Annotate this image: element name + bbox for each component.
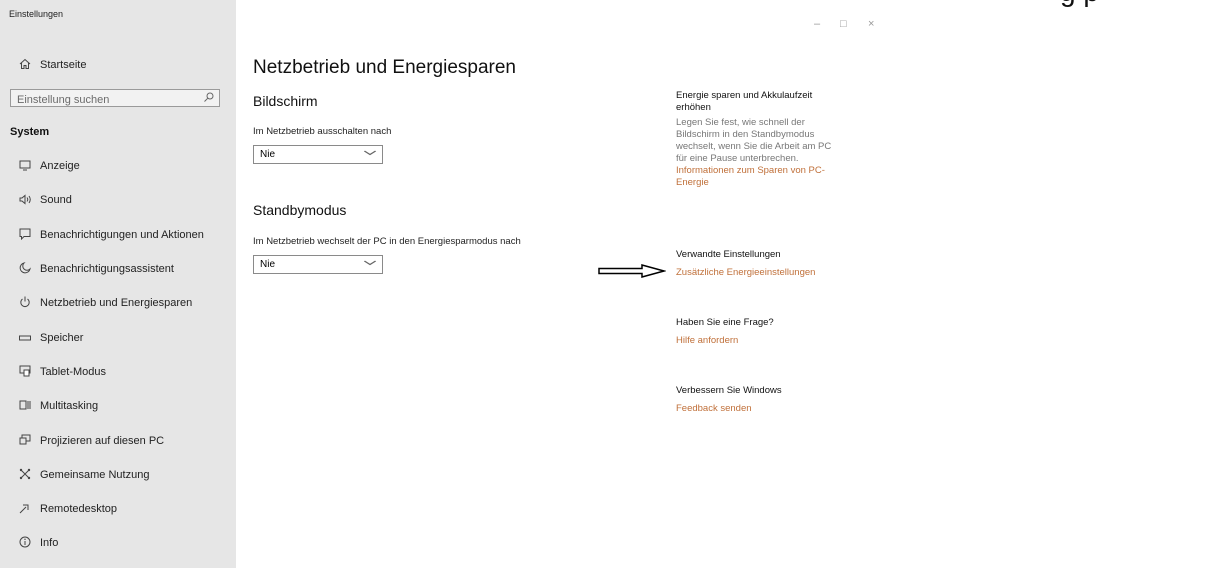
page-title: Netzbetrieb und Energiesparen: [253, 57, 517, 78]
sidebar-item-label: Netzbetrieb und Energiesparen: [40, 297, 193, 310]
screen-off-value: Nie: [260, 149, 276, 160]
question-panel: Haben Sie eine Frage? Hilfe anfordern: [676, 317, 866, 347]
screen-off-dropdown[interactable]: Nie: [253, 145, 383, 164]
power-icon: [18, 296, 32, 310]
sidebar-home-label: Startseite: [40, 59, 87, 71]
sidebar-item-label: Speicher: [40, 331, 84, 344]
home-icon: [18, 58, 32, 72]
sidebar-item-tablet-modus[interactable]: Tablet-Modus: [0, 355, 236, 389]
sidebar-item-projizieren[interactable]: Projizieren auf diesen PC: [0, 423, 236, 457]
sidebar-item-label: Anzeige: [40, 160, 80, 173]
tablet-icon: [18, 365, 32, 379]
remote-icon: [18, 502, 32, 516]
moon-icon: [18, 262, 32, 276]
arrow-right-icon: [598, 264, 667, 283]
energy-info-heading-2: erhöhen: [676, 102, 711, 113]
sidebar-item-label: Gemeinsame Nutzung: [40, 468, 150, 481]
chevron-down-icon: [363, 147, 377, 162]
additional-power-settings-link[interactable]: Zusätzliche Energieeinstellungen: [676, 267, 866, 279]
partial-overlay-text: g p: [1060, 0, 1099, 8]
sidebar: Einstellungen Startseite System Anzeige …: [0, 0, 236, 568]
section-label-system: System: [10, 126, 50, 138]
energy-info-link-line-1[interactable]: Informationen zum Sparen von PC-: [676, 165, 866, 177]
sidebar-item-label: Sound: [40, 194, 72, 207]
improve-windows-heading: Verbessern Sie Windows: [676, 385, 782, 396]
related-settings-heading: Verwandte Einstellungen: [676, 249, 781, 260]
standby-dropdown[interactable]: Nie: [253, 255, 383, 274]
project-icon: [18, 434, 32, 448]
energy-info-link[interactable]: Informationen zum Sparen von PC- Energie: [676, 165, 866, 189]
standby-label: Im Netzbetrieb wechselt der PC in den En…: [253, 236, 521, 247]
question-heading: Haben Sie eine Frage?: [676, 317, 774, 328]
sidebar-item-benachrichtigungen[interactable]: Benachrichtigungen und Aktionen: [0, 218, 236, 252]
window-title: Einstellungen: [9, 9, 64, 19]
sidebar-item-sound[interactable]: Sound: [0, 183, 236, 217]
energy-info-link-line-2[interactable]: Energie: [676, 177, 866, 189]
sidebar-nav: Anzeige Sound Benachrichtigungen und Akt…: [0, 149, 236, 561]
section-heading-bildschirm: Bildschirm: [253, 93, 318, 109]
energy-info-desc-1: Legen Sie fest, wie schnell der: [676, 117, 805, 128]
send-feedback-link[interactable]: Feedback senden: [676, 403, 866, 415]
sidebar-item-anzeige[interactable]: Anzeige: [0, 149, 236, 183]
notification-icon: [18, 228, 32, 242]
related-settings-panel: Verwandte Einstellungen Zusätzliche Ener…: [676, 249, 866, 279]
sidebar-item-label: Multitasking: [40, 400, 99, 413]
sidebar-item-benachrichtigungsassistent[interactable]: Benachrichtigungsassistent: [0, 252, 236, 286]
sidebar-item-gemeinsame-nutzung[interactable]: Gemeinsame Nutzung: [0, 458, 236, 492]
maximize-button[interactable]: □: [840, 18, 847, 30]
search-input[interactable]: [11, 92, 197, 108]
energy-info-desc-2: Bildschirm in den Standbymodus: [676, 129, 815, 140]
energy-info-desc-4: für eine Pause unterbrechen.: [676, 153, 799, 164]
close-button[interactable]: ×: [868, 18, 874, 30]
minimize-button[interactable]: –: [814, 18, 820, 30]
sidebar-home[interactable]: Startseite: [18, 58, 86, 72]
energy-info-panel: Energie sparen und Akkulaufzeit erhöhen …: [676, 90, 866, 189]
standby-value: Nie: [260, 259, 276, 270]
sidebar-item-speicher[interactable]: Speicher: [0, 320, 236, 354]
sidebar-item-label: Benachrichtigungen und Aktionen: [40, 228, 204, 241]
share-icon: [18, 468, 32, 482]
section-heading-standby: Standbymodus: [253, 202, 347, 218]
sidebar-item-multitasking[interactable]: Multitasking: [0, 389, 236, 423]
chevron-down-icon: [363, 257, 377, 272]
sidebar-item-label: Benachrichtigungsassistent: [40, 263, 174, 276]
sidebar-item-label: Projizieren auf diesen PC: [40, 434, 165, 447]
multitasking-icon: [18, 399, 32, 413]
sidebar-item-label: Remotedesktop: [40, 503, 118, 516]
sidebar-item-label: Tablet-Modus: [40, 365, 107, 378]
info-icon: [18, 536, 32, 550]
display-icon: [18, 160, 32, 173]
sidebar-item-remotedesktop[interactable]: Remotedesktop: [0, 492, 236, 526]
energy-info-desc-3: wechselt, wenn Sie die Arbeit am PC: [676, 141, 832, 152]
sidebar-item-netzbetrieb[interactable]: Netzbetrieb und Energiesparen: [0, 286, 236, 320]
get-help-link[interactable]: Hilfe anfordern: [676, 335, 866, 347]
sidebar-item-label: Info: [40, 537, 59, 550]
screen-off-label: Im Netzbetrieb ausschalten nach: [253, 126, 392, 137]
improve-windows-panel: Verbessern Sie Windows Feedback senden: [676, 385, 866, 415]
search-icon[interactable]: [204, 92, 214, 105]
storage-icon: [18, 332, 32, 344]
speaker-icon: [18, 194, 32, 207]
search-box[interactable]: [10, 89, 220, 108]
energy-info-heading-1: Energie sparen und Akkulaufzeit: [676, 90, 813, 101]
sidebar-item-info[interactable]: Info: [0, 526, 236, 560]
